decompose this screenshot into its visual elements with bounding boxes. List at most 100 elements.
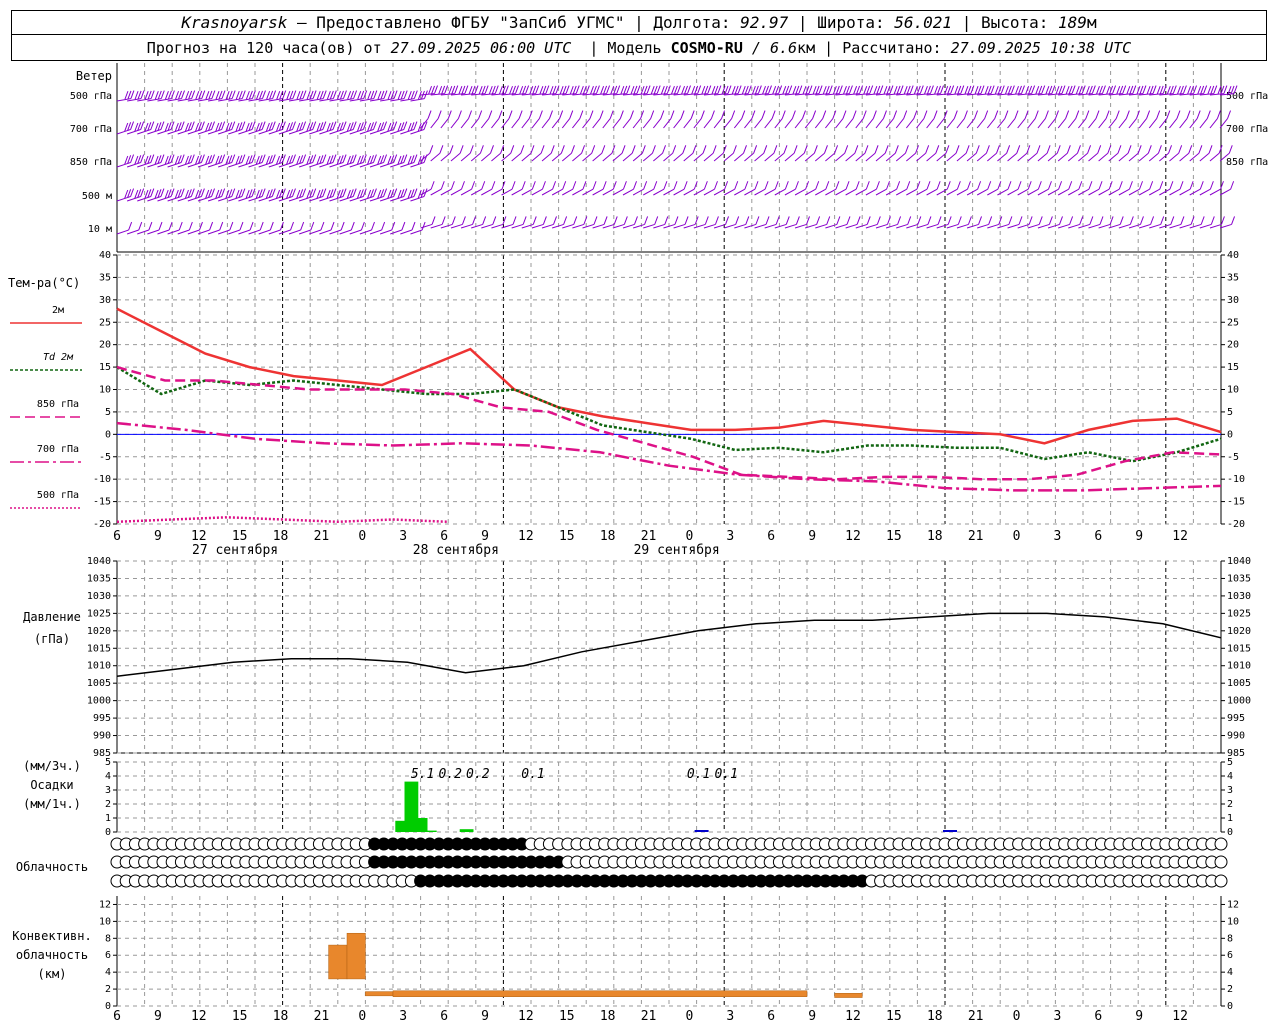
- wind-barb-staff: [926, 152, 937, 162]
- wind-barb-staff: [703, 152, 714, 162]
- wind-barb-feather: [734, 85, 739, 95]
- wind-barb-feather: [700, 110, 705, 119]
- wind-barb-feather: [643, 85, 648, 95]
- wind-barb-staff: [1128, 223, 1141, 229]
- wind-barb-feather: [731, 86, 736, 95]
- wind-barb-feather: [815, 181, 820, 190]
- wind-barb-feather: [147, 90, 152, 100]
- wind-barb-feather: [1166, 86, 1171, 95]
- wind-barb-feather: [539, 86, 544, 95]
- wind-barb-feather: [1098, 181, 1103, 190]
- pressure-tick-label-left: 990: [93, 731, 111, 742]
- wind-barb-feather: [1045, 86, 1050, 95]
- wind-barb-feather: [1118, 181, 1123, 190]
- pressure-tick-label-right: 1030: [1227, 591, 1251, 602]
- wind-barb-staff: [1067, 152, 1078, 162]
- precip-tick-label-left: 4: [105, 771, 111, 782]
- convective-axis-unit: (км): [38, 967, 67, 981]
- wind-barb-staff: [997, 188, 1009, 196]
- convective-tick-label-left: 6: [105, 950, 111, 961]
- wind-barb-feather: [1037, 181, 1042, 190]
- wind-barb-feather: [1156, 110, 1161, 119]
- convective-hour-label: 0: [1013, 1009, 1021, 1024]
- wind-barb-feather: [764, 181, 769, 190]
- wind-barb-staff: [541, 188, 553, 196]
- wind-barb-feather: [788, 85, 793, 94]
- wind-barb-feather: [874, 145, 879, 154]
- wind-barb-feather: [731, 110, 736, 119]
- wind-barb-feather: [937, 85, 942, 95]
- convective-axis-title-2: облачность: [16, 948, 88, 962]
- pressure-tick-label-left: 1035: [87, 573, 111, 584]
- wind-barb-staff: [1209, 188, 1221, 196]
- convective-hour-label: 15: [232, 1009, 248, 1024]
- wind-barb-feather: [703, 181, 708, 190]
- wind-barb-feather: [663, 85, 668, 95]
- precip-grid: [144, 762, 1194, 832]
- wind-barb-feather: [1007, 85, 1012, 95]
- wind-barb-staff: [987, 223, 999, 229]
- wind-barb-feather: [572, 85, 577, 95]
- wind-barb-feather: [1038, 85, 1043, 95]
- wind-barb-staff: [683, 188, 695, 196]
- wind-barb-feather: [802, 86, 807, 95]
- wind-barb-staff: [653, 223, 665, 229]
- wind-barb-staff: [1209, 223, 1222, 229]
- wind-barb-staff: [218, 229, 230, 235]
- wind-barb-staff: [460, 223, 473, 229]
- wind-barb-feather: [518, 110, 523, 119]
- wind-barb-feather: [1119, 216, 1124, 225]
- wind-barb-staff: [663, 118, 672, 129]
- wind-barb-feather: [863, 86, 868, 95]
- temperature-hour-label: 6: [767, 529, 775, 544]
- wind-barb-staff: [835, 223, 848, 229]
- wind-barb-feather: [714, 85, 719, 95]
- wind-barb-staff: [420, 188, 432, 196]
- wind-barb-staff: [420, 118, 429, 129]
- wind-barb-feather: [822, 86, 827, 95]
- wind-barb-feather: [646, 85, 651, 94]
- temperature-tick-label-left: -15: [93, 497, 111, 508]
- wind-barb-feather: [157, 90, 162, 100]
- wind-barb-feather: [1206, 110, 1211, 119]
- convective-hour-label: 9: [1135, 1009, 1143, 1024]
- wind-barb-feather: [595, 85, 600, 94]
- wind-barb-feather: [603, 85, 608, 95]
- wind-barb-staff: [1088, 118, 1097, 129]
- wind-barb-staff: [481, 223, 493, 229]
- convective-hour-label: 6: [1094, 1009, 1102, 1024]
- temperature-tick-label-left: -20: [93, 519, 111, 530]
- wind-barb-feather: [531, 181, 536, 190]
- wind-barb-staff: [1078, 188, 1090, 196]
- wind-barb-staff: [460, 118, 469, 129]
- wind-barb-feather: [945, 145, 950, 154]
- wind-barb-feather: [569, 86, 574, 95]
- wind-barb-feather: [256, 91, 260, 100]
- wind-barb-feather: [610, 86, 615, 95]
- convective-hour-label: 12: [845, 1009, 861, 1024]
- wind-barb-staff: [754, 223, 767, 229]
- temperature-hour-label: 21: [968, 529, 984, 544]
- wind-barb-staff: [744, 188, 756, 196]
- wind-barb-staff: [764, 223, 777, 229]
- wind-barb-feather: [781, 110, 786, 119]
- temperature-hour-label: 12: [1172, 529, 1188, 544]
- wind-barb-feather: [457, 110, 462, 119]
- wind-barb-feather: [906, 181, 911, 190]
- wind-barb-feather: [484, 85, 489, 94]
- wind-barb-feather: [1203, 85, 1208, 94]
- wind-barb-feather: [953, 110, 958, 119]
- wind-barb-feather: [1106, 86, 1111, 95]
- wind-barb-feather: [1108, 181, 1113, 190]
- wind-barb-feather: [205, 91, 210, 100]
- wind-barb-feather: [1059, 216, 1063, 225]
- wind-barb-feather: [1088, 85, 1093, 95]
- wind-barb-feather: [188, 90, 193, 100]
- wind-barb-feather: [845, 181, 850, 190]
- wind-barb-feather: [427, 110, 432, 119]
- wind-barb-feather: [1220, 216, 1225, 225]
- wind-barb-feather: [522, 85, 527, 95]
- wind-barb-feather: [138, 221, 143, 231]
- wind-barb-staff: [643, 223, 655, 229]
- wind-barb-staff: [774, 188, 786, 196]
